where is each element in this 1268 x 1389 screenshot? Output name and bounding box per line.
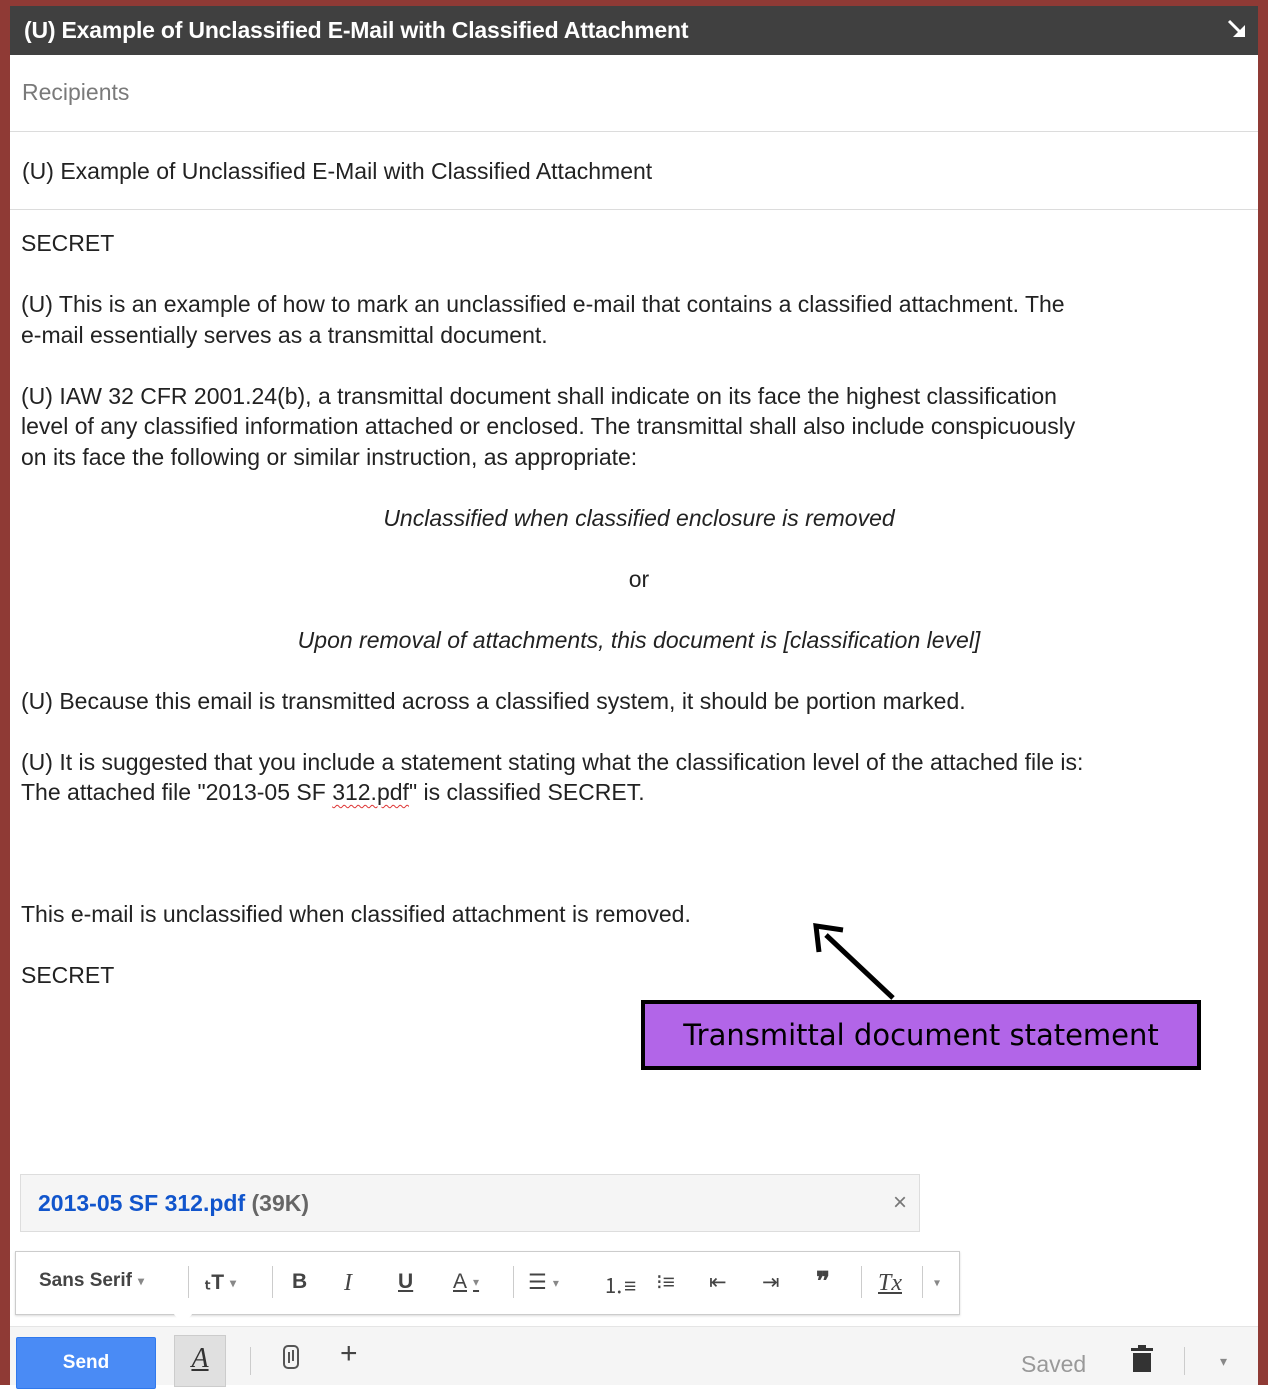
indent-more-icon[interactable]: ⇥ [762,1270,780,1295]
attachment-chip[interactable]: 2013-05 SF 312.pdf (39K) × [20,1174,920,1232]
bottom-divider [1184,1347,1185,1375]
instruction-1: Unclassified when classified enclosure i… [383,504,895,531]
body-paragraph-1: (U) This is an example of how to mark an… [21,289,1257,350]
transmittal-statement: This e-mail is unclassified when classif… [21,901,691,927]
remove-formatting-icon[interactable]: Tx [878,1270,902,1297]
body-paragraph-4: (U) It is suggested that you include a s… [21,747,1257,808]
instruction-or: or [628,565,650,592]
compose-title-bar[interactable]: (U) Example of Unclassified E-Mail with … [10,6,1258,55]
chevron-down-icon: ▾ [230,1276,237,1291]
indent-less-icon[interactable]: ⇤ [709,1270,727,1295]
para4-line2-pre: The attached file "2013-05 SF [21,779,333,805]
subject-field[interactable]: (U) Example of Unclassified E-Mail with … [10,132,1258,210]
callout-box: Transmittal document statement [641,1000,1201,1070]
para2-line1: (U) IAW 32 CFR 2001.24(b), a transmittal… [21,382,1057,409]
text-size-button[interactable]: ₜT ▾ [205,1270,236,1295]
formatting-toolbar: Sans Serif ▾ ₜT ▾ B I U A ▾ ☰ ▾ ⒈≡ ⁝≡ ⇤ ⇥ ❞ … [15,1251,960,1315]
callout-text: Transmittal document statement [683,1018,1159,1052]
font-family-label: Sans Serif [39,1270,132,1291]
para2-line3: on its face the following or similar ins… [21,443,638,470]
chevron-down-icon: ▾ [552,1276,559,1291]
paperclip-icon[interactable] [280,1343,302,1371]
font-family-select[interactable]: Sans Serif ▾ [39,1270,144,1292]
toolbar-divider [188,1266,189,1298]
underline-button[interactable]: U [398,1270,413,1294]
para4-line2-post: " is classified SECRET. [408,779,645,805]
text-color-icon: A [453,1270,468,1293]
compose-bottom-bar: Send A + Saved ▾ [10,1326,1258,1389]
bold-button[interactable]: B [292,1270,307,1294]
align-button[interactable]: ☰ ▾ [528,1270,559,1295]
numbered-list-icon[interactable]: ⒈≡ [603,1270,636,1300]
instruction-2: Upon removal of attachments, this docume… [297,626,981,653]
expand-arrow-icon[interactable] [1224,16,1250,42]
compose-title: (U) Example of Unclassified E-Mail with … [24,17,689,43]
align-left-icon: ☰ [528,1271,547,1294]
footer-classification-marking: SECRET [21,962,115,988]
subject-value: (U) Example of Unclassified E-Mail with … [22,158,653,184]
attachment-size: (39K) [251,1190,310,1216]
spellcheck-flagged-word[interactable]: 312.pdf [332,779,409,805]
more-formatting-button[interactable]: ▾ [934,1270,940,1294]
quote-icon[interactable]: ❞ [816,1266,830,1297]
text-size-icon: ₜT [205,1271,225,1294]
toolbar-divider [922,1266,923,1298]
recipients-placeholder: Recipients [22,79,130,105]
para4-line1: (U) It is suggested that you include a s… [21,748,1084,775]
header-classification-marking: SECRET [21,230,115,256]
close-icon[interactable]: × [893,1189,907,1217]
body-paragraph-3: (U) Because this email is transmitted ac… [21,687,966,714]
toolbar-divider [861,1266,862,1298]
draft-saved-status: Saved [1021,1351,1087,1377]
formatting-options-toggle[interactable]: A [174,1335,226,1387]
para1-line2: e-mail essentially serves as a transmitt… [21,321,548,348]
chevron-down-icon: ▾ [473,1275,480,1290]
body-paragraph-2: (U) IAW 32 CFR 2001.24(b), a transmittal… [21,381,1257,473]
chevron-down-icon[interactable]: ▾ [1220,1353,1227,1370]
toolbar-divider [513,1266,514,1298]
toolbar-divider [272,1266,273,1298]
more-insert-options-icon[interactable]: + [340,1337,358,1371]
toolbar-pointer [173,1313,193,1325]
para2-line2: level of any classified information atta… [21,413,1076,439]
send-button[interactable]: Send [16,1337,156,1389]
bottom-divider [250,1347,251,1375]
chevron-down-icon: ▾ [137,1273,144,1288]
italic-button[interactable]: I [344,1270,352,1297]
recipients-field[interactable]: Recipients [10,55,1258,132]
para1-line1: (U) This is an example of how to mark an… [21,291,1065,317]
trash-icon[interactable] [1130,1345,1154,1373]
bulleted-list-icon[interactable]: ⁝≡ [656,1270,675,1295]
attachment-name[interactable]: 2013-05 SF 312.pdf [38,1190,245,1216]
text-color-button[interactable]: A ▾ [453,1270,479,1294]
chevron-down-icon: ▾ [934,1275,941,1290]
message-body[interactable]: SECRET (U) This is an example of how to … [21,228,1257,1021]
